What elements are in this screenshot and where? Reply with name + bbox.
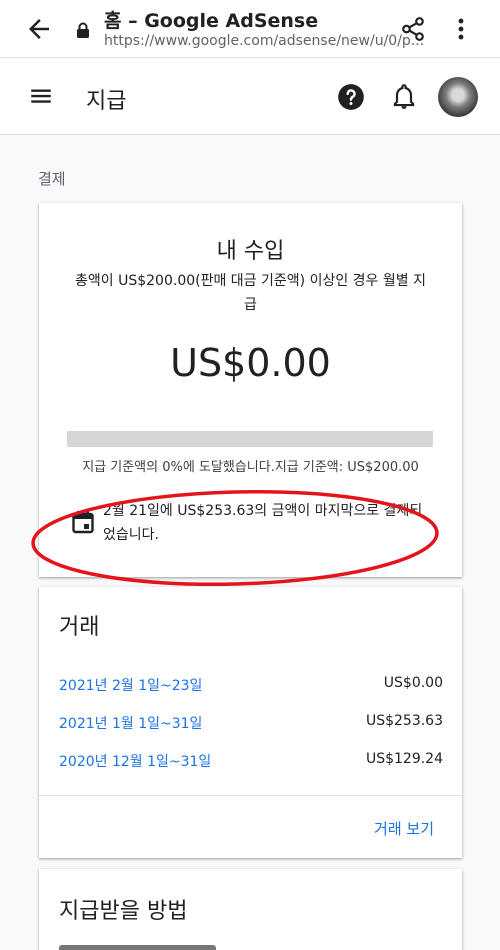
red-highlight-ellipse	[31, 489, 439, 587]
view-transactions-button[interactable]: 거래 보기	[374, 818, 434, 839]
back-arrow-icon[interactable]	[24, 14, 54, 44]
earnings-title: 내 수입	[216, 239, 285, 264]
transaction-period-link[interactable]: 2021년 2월 1일~23일	[59, 675, 202, 695]
transaction-amount: US$253.63	[365, 713, 443, 729]
page-title: 지급	[86, 89, 127, 114]
payment-method-title: 지급받을 방법	[59, 899, 188, 924]
tab-title: 홈 – Google AdSense	[104, 10, 319, 32]
earnings-amount: US$0.00	[170, 341, 331, 385]
transaction-row: 2020년 12월 1일~31일 US$129.24	[59, 747, 443, 773]
transaction-period-link[interactable]: 2021년 1월 1일~31일	[59, 713, 202, 733]
divider	[39, 795, 462, 796]
avatar[interactable]	[438, 77, 478, 117]
transaction-row: 2021년 2월 1일~23일 US$0.00	[59, 671, 443, 697]
share-icon[interactable]	[400, 16, 426, 42]
more-vert-icon[interactable]	[452, 16, 470, 42]
transaction-amount: US$129.24	[365, 751, 443, 767]
payment-method-card: 지급받을 방법	[39, 869, 462, 950]
app-bar: 지급	[0, 59, 500, 135]
earnings-description: 총액이 US$200.00(판매 대금 기준액) 이상인 경우 월별 지급	[75, 273, 426, 313]
threshold-progress-bar	[67, 431, 433, 447]
notifications-bell-icon[interactable]	[391, 83, 417, 111]
help-icon[interactable]	[337, 83, 365, 111]
menu-icon[interactable]	[28, 83, 54, 109]
threshold-text: 지급 기준액의 0%에 도달했습니다.지급 기준액: US$200.00	[82, 460, 419, 475]
transaction-amount: US$0.00	[383, 675, 443, 691]
url-text[interactable]: https://www.google.com/adsense/new/u/0/p…	[104, 33, 424, 49]
transaction-row: 2021년 1월 1일~31일 US$253.63	[59, 709, 443, 735]
transactions-title: 거래	[59, 615, 100, 640]
lock-icon	[76, 22, 90, 38]
browser-bar: 홈 – Google AdSense https://www.google.co…	[0, 0, 500, 58]
transactions-card: 거래 2021년 2월 1일~23일 US$0.00 2021년 1월 1일~3…	[39, 587, 462, 858]
payment-method-placeholder-bar	[59, 945, 216, 950]
section-label: 결제	[38, 170, 66, 188]
transaction-period-link[interactable]: 2020년 12월 1일~31일	[59, 751, 211, 771]
